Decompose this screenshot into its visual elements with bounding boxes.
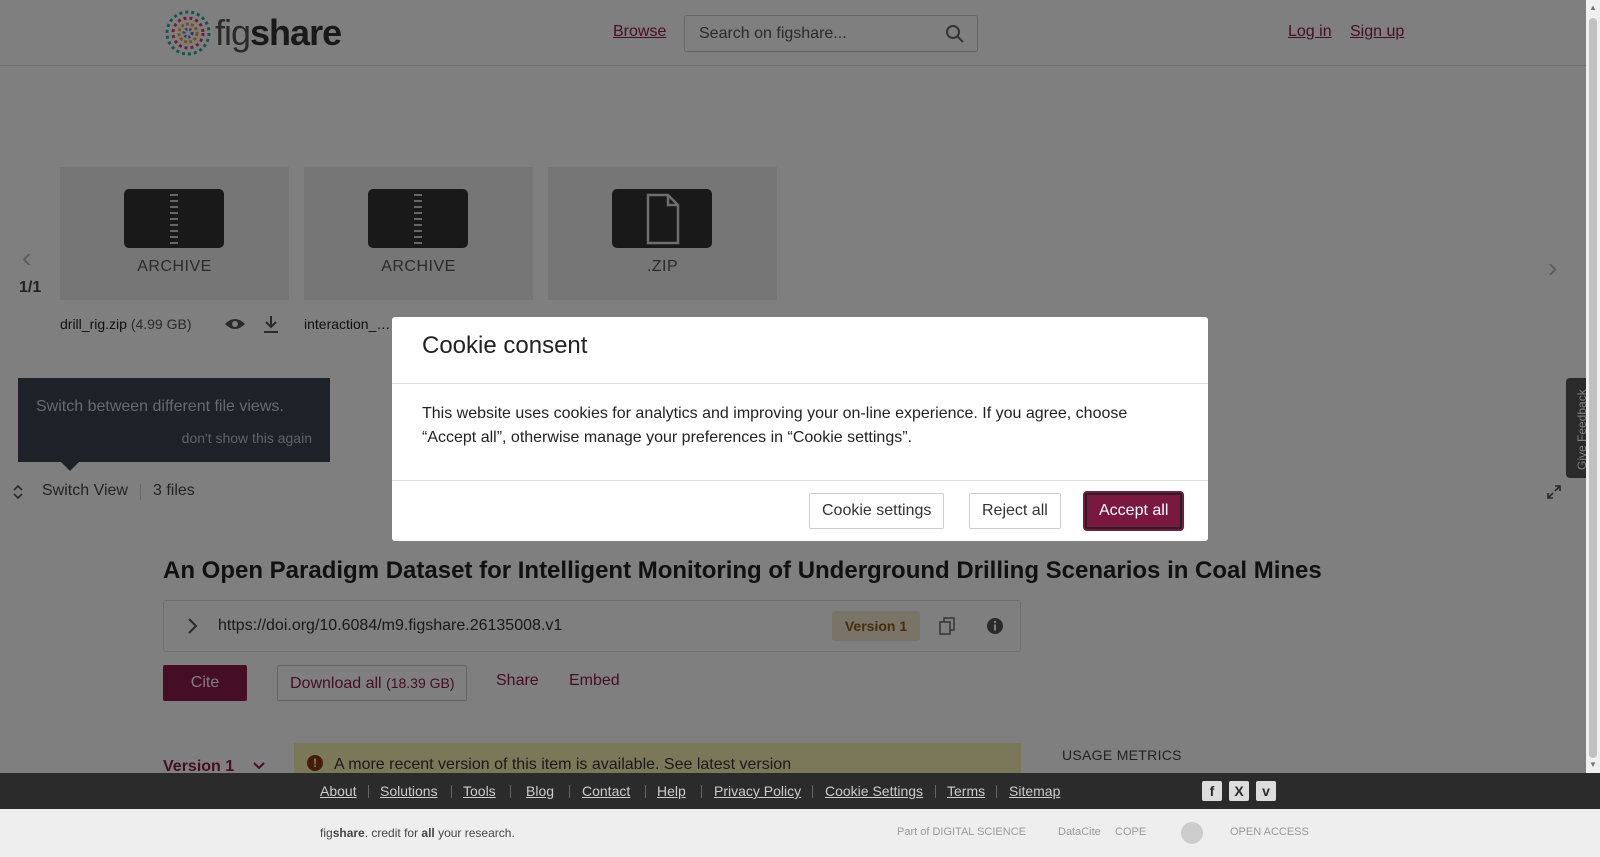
dialog-title: Cookie consent	[422, 332, 588, 359]
divider	[935, 785, 936, 798]
footer-link-help[interactable]: Help	[657, 783, 686, 799]
divider	[701, 785, 702, 798]
footer-link-cookie-settings[interactable]: Cookie Settings	[825, 783, 923, 799]
divider	[392, 383, 1208, 384]
footer-credits: figshare. credit for all your research. …	[0, 809, 1600, 857]
credit-text: figshare. credit for all your research.	[320, 826, 515, 840]
footer-nav: About Solutions Tools Blog Contact Help …	[0, 773, 1600, 809]
scrollbar[interactable]: ▲ ▼	[1586, 0, 1600, 773]
divider	[510, 785, 511, 798]
vimeo-icon[interactable]: v	[1256, 781, 1276, 801]
divider	[812, 785, 813, 798]
accept-all-button[interactable]: Accept all	[1085, 493, 1183, 529]
footer-link-sitemap[interactable]: Sitemap	[1009, 783, 1060, 799]
divider	[996, 785, 997, 798]
dialog-body: This website uses cookies for analytics …	[422, 405, 1128, 446]
cookie-consent-dialog: Cookie consent This website uses cookies…	[392, 317, 1208, 541]
scroll-thumb[interactable]	[1589, 18, 1597, 758]
divider	[368, 785, 369, 798]
digital-science-logo[interactable]: Part of DIGITAL SCIENCE	[897, 826, 1026, 838]
footer-link-about[interactable]: About	[320, 783, 357, 799]
cookie-settings-button[interactable]: Cookie settings	[809, 493, 945, 529]
scroll-down-icon[interactable]: ▼	[1589, 760, 1597, 769]
cope-logo[interactable]: COPE	[1115, 826, 1146, 838]
divider	[569, 785, 570, 798]
reject-all-button[interactable]: Reject all	[969, 493, 1061, 529]
divider	[392, 480, 1208, 481]
divider	[451, 785, 452, 798]
footer-link-terms[interactable]: Terms	[947, 783, 985, 799]
footer-link-contact[interactable]: Contact	[582, 783, 630, 799]
datacite-logo[interactable]: DataCite	[1058, 826, 1101, 838]
partner-seal-icon[interactable]	[1180, 821, 1204, 845]
divider	[645, 785, 646, 798]
footer-link-blog[interactable]: Blog	[526, 783, 554, 799]
scroll-up-icon[interactable]: ▲	[1589, 3, 1597, 12]
x-twitter-icon[interactable]: X	[1229, 781, 1249, 801]
open-access-logo[interactable]: OPEN ACCESS	[1230, 826, 1309, 838]
footer-link-solutions[interactable]: Solutions	[380, 783, 438, 799]
facebook-icon[interactable]: f	[1202, 781, 1222, 801]
footer-link-tools[interactable]: Tools	[463, 783, 496, 799]
footer-link-privacy-policy[interactable]: Privacy Policy	[714, 783, 801, 799]
